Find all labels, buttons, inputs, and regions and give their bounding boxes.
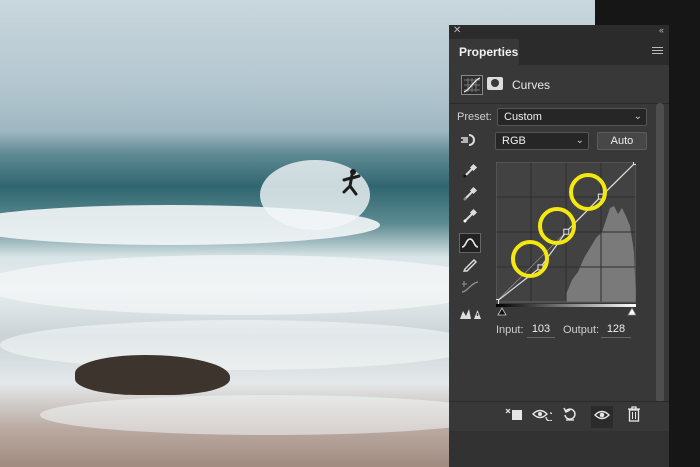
on-image-adjustment-icon[interactable] [459,132,481,152]
tab-properties[interactable]: Properties [449,39,519,65]
output-label: Output: [563,324,600,336]
preset-label: Preset: [457,111,492,123]
preset-dropdown[interactable]: Custom ⌄ [497,108,647,126]
reset-icon[interactable] [559,406,581,428]
panel-title: Curves [512,78,551,92]
output-value-field[interactable]: 128 [601,321,631,338]
channel-value: RGB [502,135,526,147]
panel-menu-icon[interactable] [652,47,663,56]
black-point-eyedropper-icon[interactable] [459,163,481,183]
curve-control-point[interactable] [493,299,499,305]
auto-button[interactable]: Auto [597,132,647,150]
eye-visibility-icon[interactable] [591,406,613,428]
panel-bottom-bar [449,401,669,432]
input-label: Input: [496,324,524,336]
clip-to-layer-icon[interactable] [503,406,525,428]
chevron-down-icon: ⌄ [575,135,584,146]
white-point-eyedropper-icon[interactable] [459,208,481,228]
divider [449,103,669,104]
curve-control-point[interactable] [633,159,639,165]
close-icon[interactable]: ✕ [453,25,461,36]
properties-panel: ✕ ‹‹ Properties Curves Preset: Custom ⌄ … [449,25,669,467]
input-sliders[interactable] [496,306,636,316]
collapse-arrows-icon[interactable]: ‹‹ [659,25,664,35]
chevron-down-icon: ⌄ [633,111,642,122]
highlight-ring-lower [511,240,549,278]
clipping-warning-icon[interactable] [459,305,481,325]
edit-points-curve-icon[interactable] [459,233,481,253]
trash-icon[interactable] [623,406,645,428]
panel-scrollbar[interactable] [656,103,664,403]
highlight-ring-upper [569,173,607,211]
rock [75,355,230,395]
pencil-draw-icon[interactable] [459,256,481,276]
curves-adjustment-icon[interactable] [461,75,483,95]
panel-topbar: ✕ ‹‹ [449,25,669,39]
smooth-curve-icon[interactable] [459,279,481,299]
surfer-figure [342,169,361,196]
panel-tabbar: Properties [449,39,669,65]
preset-value: Custom [504,111,542,123]
gray-point-eyedropper-icon[interactable] [459,186,481,206]
panel-footer [449,431,669,467]
highlight-ring-middle [538,207,576,245]
layer-mask-icon[interactable] [487,77,503,90]
view-previous-state-icon[interactable] [531,406,555,428]
channel-dropdown[interactable]: RGB ⌄ [495,132,589,150]
input-value-field[interactable]: 103 [527,321,555,338]
